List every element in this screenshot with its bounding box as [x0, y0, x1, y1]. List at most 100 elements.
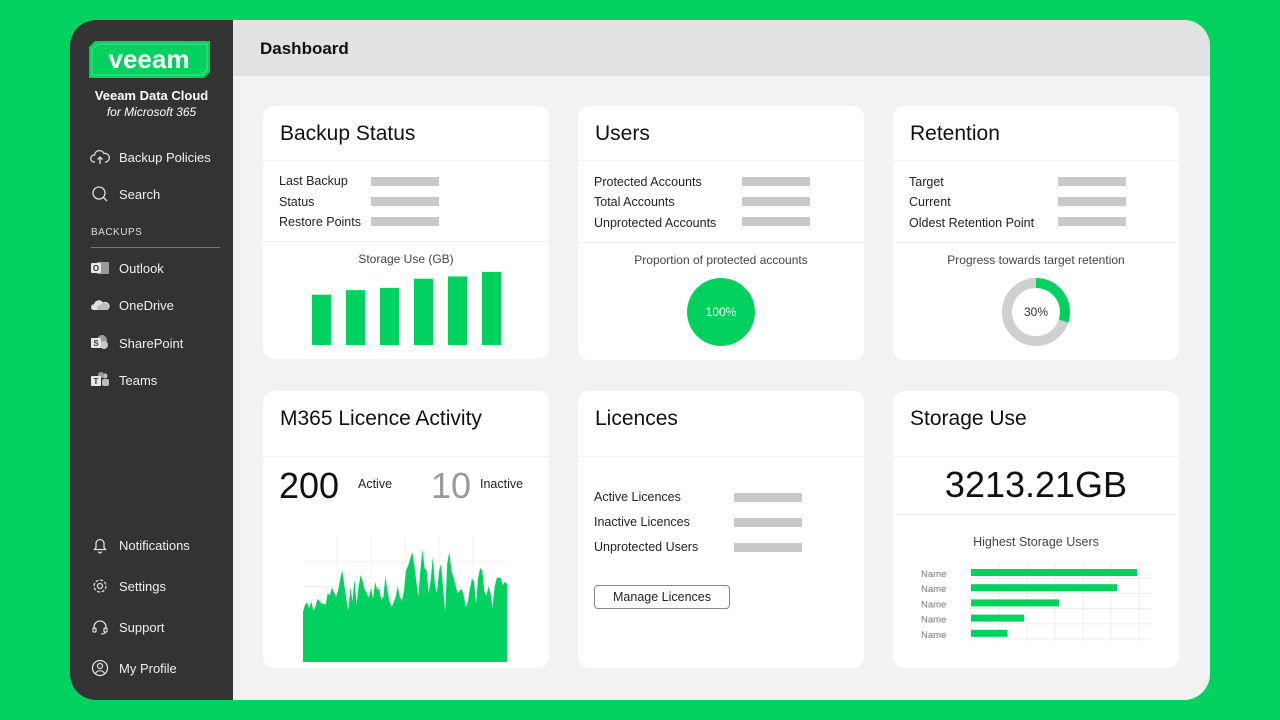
chart-title: Highest Storage Users — [973, 535, 1099, 549]
sidebar-item-backup-policies[interactable]: Backup Policies — [90, 146, 220, 168]
sidebar-item-sharepoint[interactable]: S SharePoint — [90, 332, 220, 354]
kv-label: Unprotected Users — [594, 540, 699, 554]
inactive-count: 10 — [431, 465, 472, 506]
backup-status-card: Backup Status Last Backup Status Restore… — [263, 106, 549, 359]
value-placeholder — [742, 217, 810, 226]
kv-label: Unprotected Accounts — [594, 216, 717, 230]
percent-label: 100% — [706, 305, 737, 319]
sharepoint-icon: S — [91, 335, 108, 349]
gear-icon — [93, 579, 107, 593]
retention-progress-donut: 30% — [1002, 278, 1070, 346]
card-divider — [578, 242, 864, 243]
card-divider — [263, 160, 549, 161]
licences-card: Licences Active Licences Inactive Licenc… — [578, 391, 864, 668]
card-title: Licences — [595, 407, 678, 430]
card-title: Users — [595, 122, 650, 145]
user-name-label: Name — [921, 599, 946, 610]
chart-title: Proportion of protected accounts — [634, 253, 808, 267]
svg-text:S: S — [93, 339, 99, 348]
kv-label: Protected Accounts — [594, 175, 702, 189]
storage-bar — [312, 294, 331, 345]
card-title: Retention — [910, 122, 1000, 145]
highest-storage-users-chart: Name Name Name Name Name — [921, 563, 1151, 641]
sidebar-item-onedrive[interactable]: OneDrive — [90, 294, 220, 316]
value-placeholder — [1058, 217, 1126, 226]
kv-label: Inactive Licences — [594, 515, 690, 529]
storage-bar — [448, 276, 467, 345]
sidebar: veeam Veeam Data Cloud for Microsoft 365… — [70, 20, 233, 700]
card-divider — [263, 456, 549, 457]
backups-section-label: BACKUPS — [91, 227, 143, 238]
storage-bar — [346, 290, 365, 345]
chart-title: Progress towards target retention — [947, 253, 1125, 267]
value-placeholder — [1058, 177, 1126, 186]
active-label: Active — [358, 477, 393, 491]
card-divider — [893, 242, 1179, 243]
retention-card: Retention Target Current Oldest Retentio… — [893, 106, 1179, 360]
inactive-label: Inactive — [480, 477, 524, 491]
storage-user-bar — [971, 584, 1118, 592]
sidebar-item-outlook[interactable]: O Outlook — [90, 257, 220, 279]
licence-activity-card: M365 Licence Activity 200 Active 10 Inac… — [263, 391, 549, 668]
headset-icon — [92, 620, 108, 635]
card-divider — [893, 160, 1179, 161]
card-title: M365 Licence Activity — [280, 407, 482, 430]
licence-activity-area-chart — [303, 536, 507, 662]
card-title: Backup Status — [280, 122, 416, 145]
logo-text: veeam — [109, 44, 190, 74]
kv-label: Current — [909, 195, 951, 209]
value-placeholder — [734, 518, 802, 527]
protected-accounts-donut: 100% — [687, 278, 755, 346]
value-placeholder — [371, 177, 439, 186]
veeam-logo[interactable]: veeam — [89, 41, 210, 78]
teams-icon: T — [91, 372, 109, 386]
card-divider — [893, 456, 1179, 457]
kv-label: Total Accounts — [594, 195, 675, 209]
card-divider — [578, 456, 864, 457]
kv-label: Active Licences — [594, 490, 681, 504]
onedrive-icon — [91, 300, 110, 310]
card-divider — [578, 160, 864, 161]
sidebar-item-label: Notifications — [119, 537, 190, 553]
sidebar-item-label: Teams — [119, 372, 158, 388]
value-placeholder — [742, 197, 810, 206]
user-name-label: Name — [921, 630, 946, 641]
storage-user-bar — [971, 629, 1008, 637]
outlook-icon: O — [91, 262, 109, 274]
storage-user-bar — [971, 614, 1025, 622]
section-divider — [91, 247, 220, 248]
page-title: Dashboard — [260, 39, 349, 58]
storage-user-bar — [971, 599, 1059, 607]
value-placeholder — [371, 197, 439, 206]
product-name: Veeam Data Cloud — [94, 88, 209, 103]
user-name-label: Name — [921, 615, 946, 626]
users-card: Users Protected Accounts Total Accounts … — [578, 106, 864, 360]
sidebar-item-label: Outlook — [119, 260, 164, 276]
kv-label: Target — [909, 175, 944, 189]
storage-bar — [482, 271, 501, 345]
sidebar-item-settings[interactable]: Settings — [90, 575, 220, 597]
bell-icon — [93, 538, 107, 554]
card-divider — [893, 514, 1179, 515]
sidebar-item-label: My Profile — [119, 660, 177, 676]
sidebar-item-support[interactable]: Support — [90, 616, 220, 638]
value-placeholder — [734, 493, 802, 502]
svg-text:T: T — [94, 377, 99, 386]
sidebar-item-label: Backup Policies — [119, 149, 211, 165]
app-window: veeam Veeam Data Cloud for Microsoft 365… — [70, 20, 1210, 700]
card-divider — [263, 241, 549, 242]
sidebar-item-notifications[interactable]: Notifications — [90, 534, 220, 556]
sidebar-item-search[interactable]: Search — [90, 183, 220, 205]
top-bar: Dashboard — [233, 20, 1210, 76]
value-placeholder — [742, 177, 810, 186]
svg-text:O: O — [93, 264, 99, 273]
search-icon — [92, 186, 108, 202]
sidebar-item-my-profile[interactable]: My Profile — [90, 657, 220, 679]
sidebar-item-teams[interactable]: T Teams — [90, 369, 220, 391]
user-name-label: Name — [921, 569, 946, 580]
kv-label: Restore Points — [279, 215, 361, 229]
kv-label: Oldest Retention Point — [909, 216, 1035, 230]
storage-user-bar — [971, 569, 1137, 576]
product-subtitle: for Microsoft 365 — [106, 105, 197, 119]
manage-licences-button[interactable]: Manage Licences — [594, 585, 730, 609]
